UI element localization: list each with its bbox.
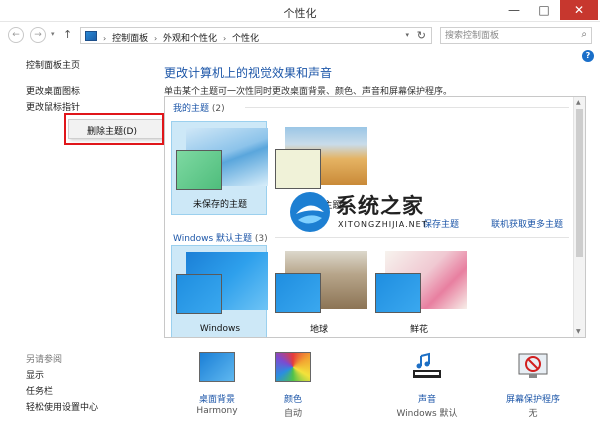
windows-themes-heading: Windows 默认主题 (3) — [173, 231, 268, 244]
sidebar-link-display[interactable]: 显示 — [26, 368, 44, 381]
sidebar-link-desktop-icons[interactable]: 更改桌面图标 — [26, 84, 80, 97]
sound-value: Windows 默认 — [396, 409, 458, 419]
screensaver-icon — [518, 353, 548, 378]
screensaver-label: 屏幕保护程序 — [505, 395, 560, 405]
search-box[interactable]: ⌕ — [440, 27, 592, 44]
recent-locations-dropdown[interactable]: ▾ — [51, 30, 55, 38]
desktop-background-setting[interactable]: 桌面背景 Harmony — [174, 350, 260, 420]
scroll-down-icon[interactable]: ▼ — [576, 328, 581, 335]
title-bar: 个性化 — □ ✕ — [0, 0, 600, 22]
theme-gallery-scrollbar[interactable]: ▲ ▼ — [573, 97, 585, 337]
help-icon[interactable]: ? — [582, 50, 594, 62]
my-themes-count: (2) — [211, 104, 225, 114]
theme-name: Windows — [199, 324, 241, 334]
windows-themes-label: Windows 默认主题 — [173, 234, 253, 244]
breadcrumb-separator-icon: › — [103, 34, 107, 43]
theme-color-swatch — [176, 150, 222, 190]
breadcrumb-separator-icon: › — [153, 34, 158, 43]
desktop-background-icon — [199, 352, 235, 382]
watermark-subtext: XITONGZHIJIA.NET — [338, 220, 428, 229]
watermark: 系统之家 XITONGZHIJIA.NET — [288, 188, 518, 238]
theme-name: 地球 — [309, 325, 328, 335]
minimize-button[interactable]: — — [500, 0, 528, 20]
sound-icon — [413, 352, 441, 378]
sound-setting[interactable]: 声音 Windows 默认 — [384, 350, 470, 420]
back-button[interactable]: ← — [8, 27, 24, 43]
scrollbar-thumb[interactable] — [576, 109, 583, 257]
close-button[interactable]: ✕ — [560, 0, 598, 20]
up-button[interactable]: ↑ — [63, 28, 72, 41]
theme-color-swatch — [176, 274, 222, 314]
search-input[interactable] — [445, 30, 573, 42]
theme-color-swatch — [275, 273, 321, 313]
breadcrumb-separator-icon: › — [222, 34, 227, 43]
theme-name: 未保存的主题 — [192, 200, 247, 210]
maximize-button[interactable]: □ — [530, 0, 558, 20]
color-value: 自动 — [283, 409, 302, 419]
breadcrumb-control-panel[interactable]: 控制面板 — [112, 34, 148, 44]
search-icon[interactable]: ⌕ — [581, 29, 587, 40]
color-label: 颜色 — [283, 395, 302, 405]
theme-color-swatch — [275, 149, 321, 189]
page-title: 更改计算机上的视觉效果和声音 — [164, 66, 333, 80]
theme-flowers[interactable]: 鲜花 — [371, 245, 467, 337]
theme-unsaved[interactable]: 未保存的主题 — [171, 121, 268, 215]
theme-color-swatch — [375, 273, 421, 313]
my-themes-label: 我的主题 — [173, 104, 210, 114]
scroll-up-icon[interactable]: ▲ — [576, 99, 581, 106]
my-themes-heading: 我的主题 (2) — [173, 101, 225, 114]
breadcrumb: › 控制面板 › 外观和个性化 › 个性化 — [103, 31, 262, 44]
sidebar-link-ease-of-access[interactable]: 轻松使用设置中心 — [26, 400, 98, 413]
desktop-background-label: 桌面背景 — [198, 395, 235, 405]
theme-windows[interactable]: Windows — [171, 245, 268, 337]
watermark-text: 系统之家 — [336, 194, 424, 218]
color-icon — [275, 352, 311, 382]
windows-themes-count: (3) — [254, 234, 268, 244]
sidebar-link-home[interactable]: 控制面板主页 — [26, 58, 80, 71]
desktop-background-value: Harmony — [196, 406, 238, 416]
forward-button[interactable]: → — [30, 27, 46, 43]
breadcrumb-personalization[interactable]: 个性化 — [232, 34, 259, 44]
screensaver-value: 无 — [528, 409, 538, 419]
breadcrumb-appearance[interactable]: 外观和个性化 — [163, 34, 217, 44]
sidebar-link-mouse-pointers[interactable]: 更改鼠标指针 — [26, 100, 80, 113]
color-setting[interactable]: 颜色 自动 — [250, 350, 336, 420]
sound-label: 声音 — [417, 395, 436, 405]
sidebar-link-taskbar[interactable]: 任务栏 — [26, 384, 53, 397]
navigation-bar: ← → ▾ ↑ › 控制面板 › 外观和个性化 › 个性化 ▾ ↻ ⌕ — [0, 24, 600, 46]
group-divider — [245, 107, 569, 108]
sidebar: 控制面板主页 更改桌面图标 更改鼠标指针 另请参阅 显示 任务栏 轻松使用设置中… — [0, 46, 160, 432]
address-dropdown-icon[interactable]: ▾ — [405, 31, 409, 39]
screensaver-setting[interactable]: 屏幕保护程序 无 — [490, 350, 576, 420]
refresh-icon[interactable]: ↻ — [417, 29, 426, 42]
watermark-logo-icon — [290, 192, 330, 232]
theme-earth[interactable]: 地球 — [271, 245, 367, 337]
control-panel-icon — [85, 31, 97, 41]
theme-name: 鲜花 — [409, 325, 428, 335]
see-also-heading: 另请参阅 — [26, 355, 63, 365]
highlight-box — [64, 113, 164, 145]
address-bar[interactable]: › 控制面板 › 外观和个性化 › 个性化 ▾ ↻ — [80, 27, 432, 44]
